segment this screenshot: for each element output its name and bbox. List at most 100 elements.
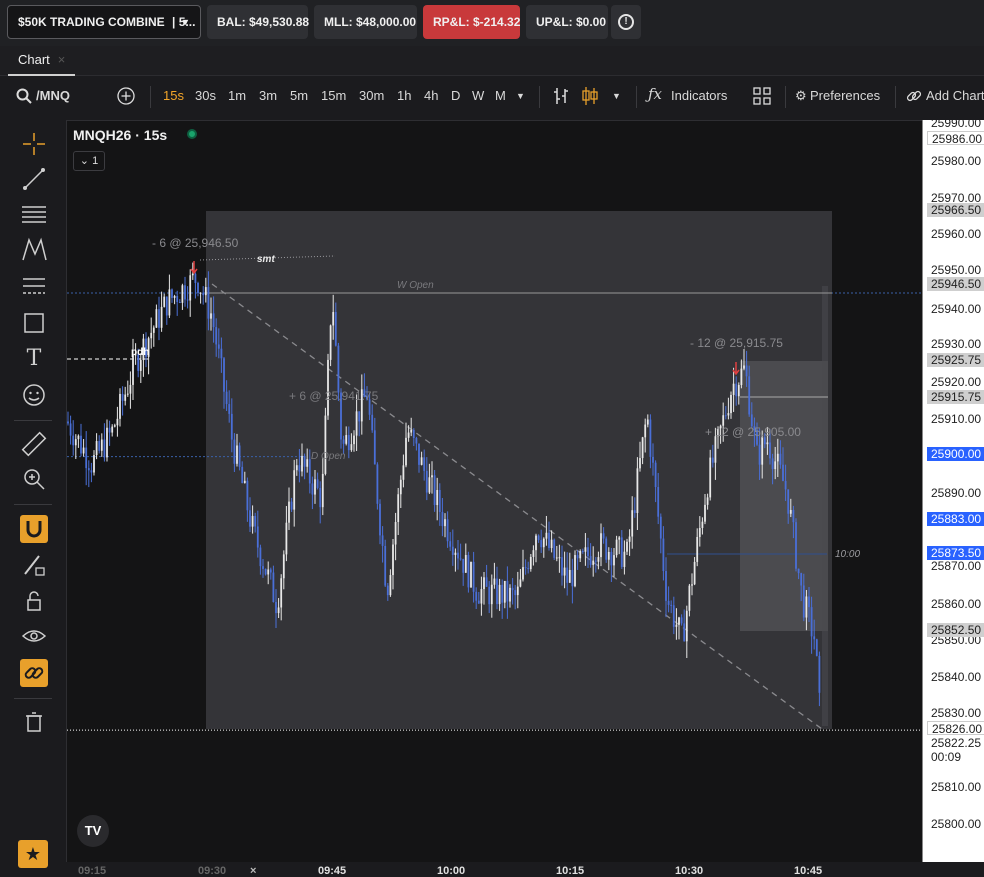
candle-body [771,458,774,470]
candle-body [324,415,327,474]
candle-body [334,312,337,346]
candle-body [233,439,236,464]
candle-body [475,591,478,601]
indicators-button[interactable]: Indicators [671,88,727,103]
candle-body [659,516,662,539]
price-tag: 25925.75 [927,353,984,367]
candle-body [704,504,706,522]
close-icon[interactable]: × [58,52,66,67]
link-icon[interactable] [906,88,922,104]
timeframe-3m[interactable]: 3m [259,88,277,103]
rectangle-icon[interactable] [20,309,48,337]
star-icon[interactable]: ★ [18,840,48,868]
close-icon[interactable]: × [250,865,256,877]
trend-line-icon[interactable] [20,165,48,193]
candle-body [558,557,561,559]
timeframe-15s[interactable]: 15s [163,88,184,103]
fib-icon[interactable] [20,272,48,300]
lock-icon[interactable] [20,587,48,615]
candle-body [730,394,732,414]
candle-body [758,444,761,465]
candle-body [93,455,95,473]
timeframe-w[interactable]: W [472,88,484,103]
timeframe-15m[interactable]: 15m [321,88,346,103]
candle-body [243,480,246,484]
tradingview-logo[interactable]: TV [77,815,109,847]
candle-body [602,533,605,539]
price-chart[interactable]: - 6 @ 25,946.50 smt W Open pdh + 6 @ 25,941.… [67,121,922,862]
candle-body [691,584,693,586]
add-symbol-icon[interactable] [117,87,135,105]
ruler-icon[interactable] [20,430,48,458]
candle-body [207,287,210,319]
candle-body [576,555,579,559]
candle-body [428,477,431,493]
candle-body [727,413,730,416]
price-axis[interactable]: 25990.00 25980.00 25970.00 25960.00 2595… [922,120,984,862]
price-tag: 25852.50 [927,623,984,637]
timeframe-d[interactable]: D [451,88,460,103]
price-label: 25990.00 [931,120,982,130]
search-icon[interactable] [16,88,32,104]
candle-body [454,552,457,555]
info-button[interactable]: ! [611,5,641,39]
candle-body [186,299,189,301]
candle-body [782,464,784,481]
candle-body [540,540,543,548]
candle-body [191,273,194,276]
candle-body [420,457,423,465]
emoji-icon[interactable] [20,381,48,409]
link-icon[interactable] [20,659,48,687]
candle-body [176,295,179,303]
chevron-down-icon[interactable]: ▼ [612,91,621,101]
candle-body [394,521,397,545]
layout-grid-icon[interactable] [753,87,771,105]
pattern-icon[interactable] [20,236,48,264]
preferences-button[interactable]: Preferences [810,88,880,103]
candlestick-icon[interactable] [580,85,600,107]
candle-body [737,385,740,397]
crosshair-icon[interactable] [20,130,48,158]
add-chart-button[interactable]: Add Chart [926,88,984,103]
candle-body [412,429,415,439]
candle-body [98,441,101,451]
timeframe-30m[interactable]: 30m [359,88,384,103]
candle-body [241,466,244,484]
candle-body [587,547,589,557]
gear-icon[interactable]: ⚙ [795,88,807,104]
timeframe-m[interactable]: M [495,88,506,103]
candle-body [155,309,158,328]
symbol-search[interactable]: /MNQ [36,88,70,103]
timeframe-4h[interactable]: 4h [424,88,438,103]
zoom-icon[interactable] [20,465,48,493]
time-axis[interactable]: 09:15 09:30 × 09:45 10:00 10:15 10:30 10… [66,862,922,877]
candle-body [303,455,306,467]
candle-body [225,391,228,405]
trash-icon[interactable] [20,708,48,736]
indicators-icon[interactable]: ƒx [648,85,662,103]
chart-pane[interactable]: - 6 @ 25,946.50 smt W Open pdh + 6 @ 25,941.… [66,120,922,862]
chevron-down-icon[interactable]: ▼ [516,91,525,101]
bar-style-icon[interactable] [551,86,571,106]
eye-icon[interactable] [20,622,48,650]
indicator-collapse-button[interactable]: ⌄ 1 [73,151,105,171]
candle-body [506,580,509,602]
candle-body [298,465,301,472]
magnet-icon[interactable] [20,515,48,543]
account-selector[interactable]: $50K TRADING COMBINE | 5... ▼ [7,5,201,39]
candle-body [103,439,106,458]
candle-body [537,535,540,541]
candle-body [641,437,644,459]
text-icon[interactable]: T [20,345,48,373]
timeframe-30s[interactable]: 30s [195,88,216,103]
candle-body [202,292,205,296]
timeframe-1h[interactable]: 1h [397,88,411,103]
pencil-lock-icon[interactable] [20,551,48,579]
timeframe-5m[interactable]: 5m [290,88,308,103]
candle-body [173,295,176,298]
horizontal-lines-icon[interactable] [20,200,48,228]
candle-body [480,589,483,604]
candle-body [80,435,82,454]
tab-chart[interactable]: Chart × [8,46,76,76]
timeframe-1m[interactable]: 1m [228,88,246,103]
